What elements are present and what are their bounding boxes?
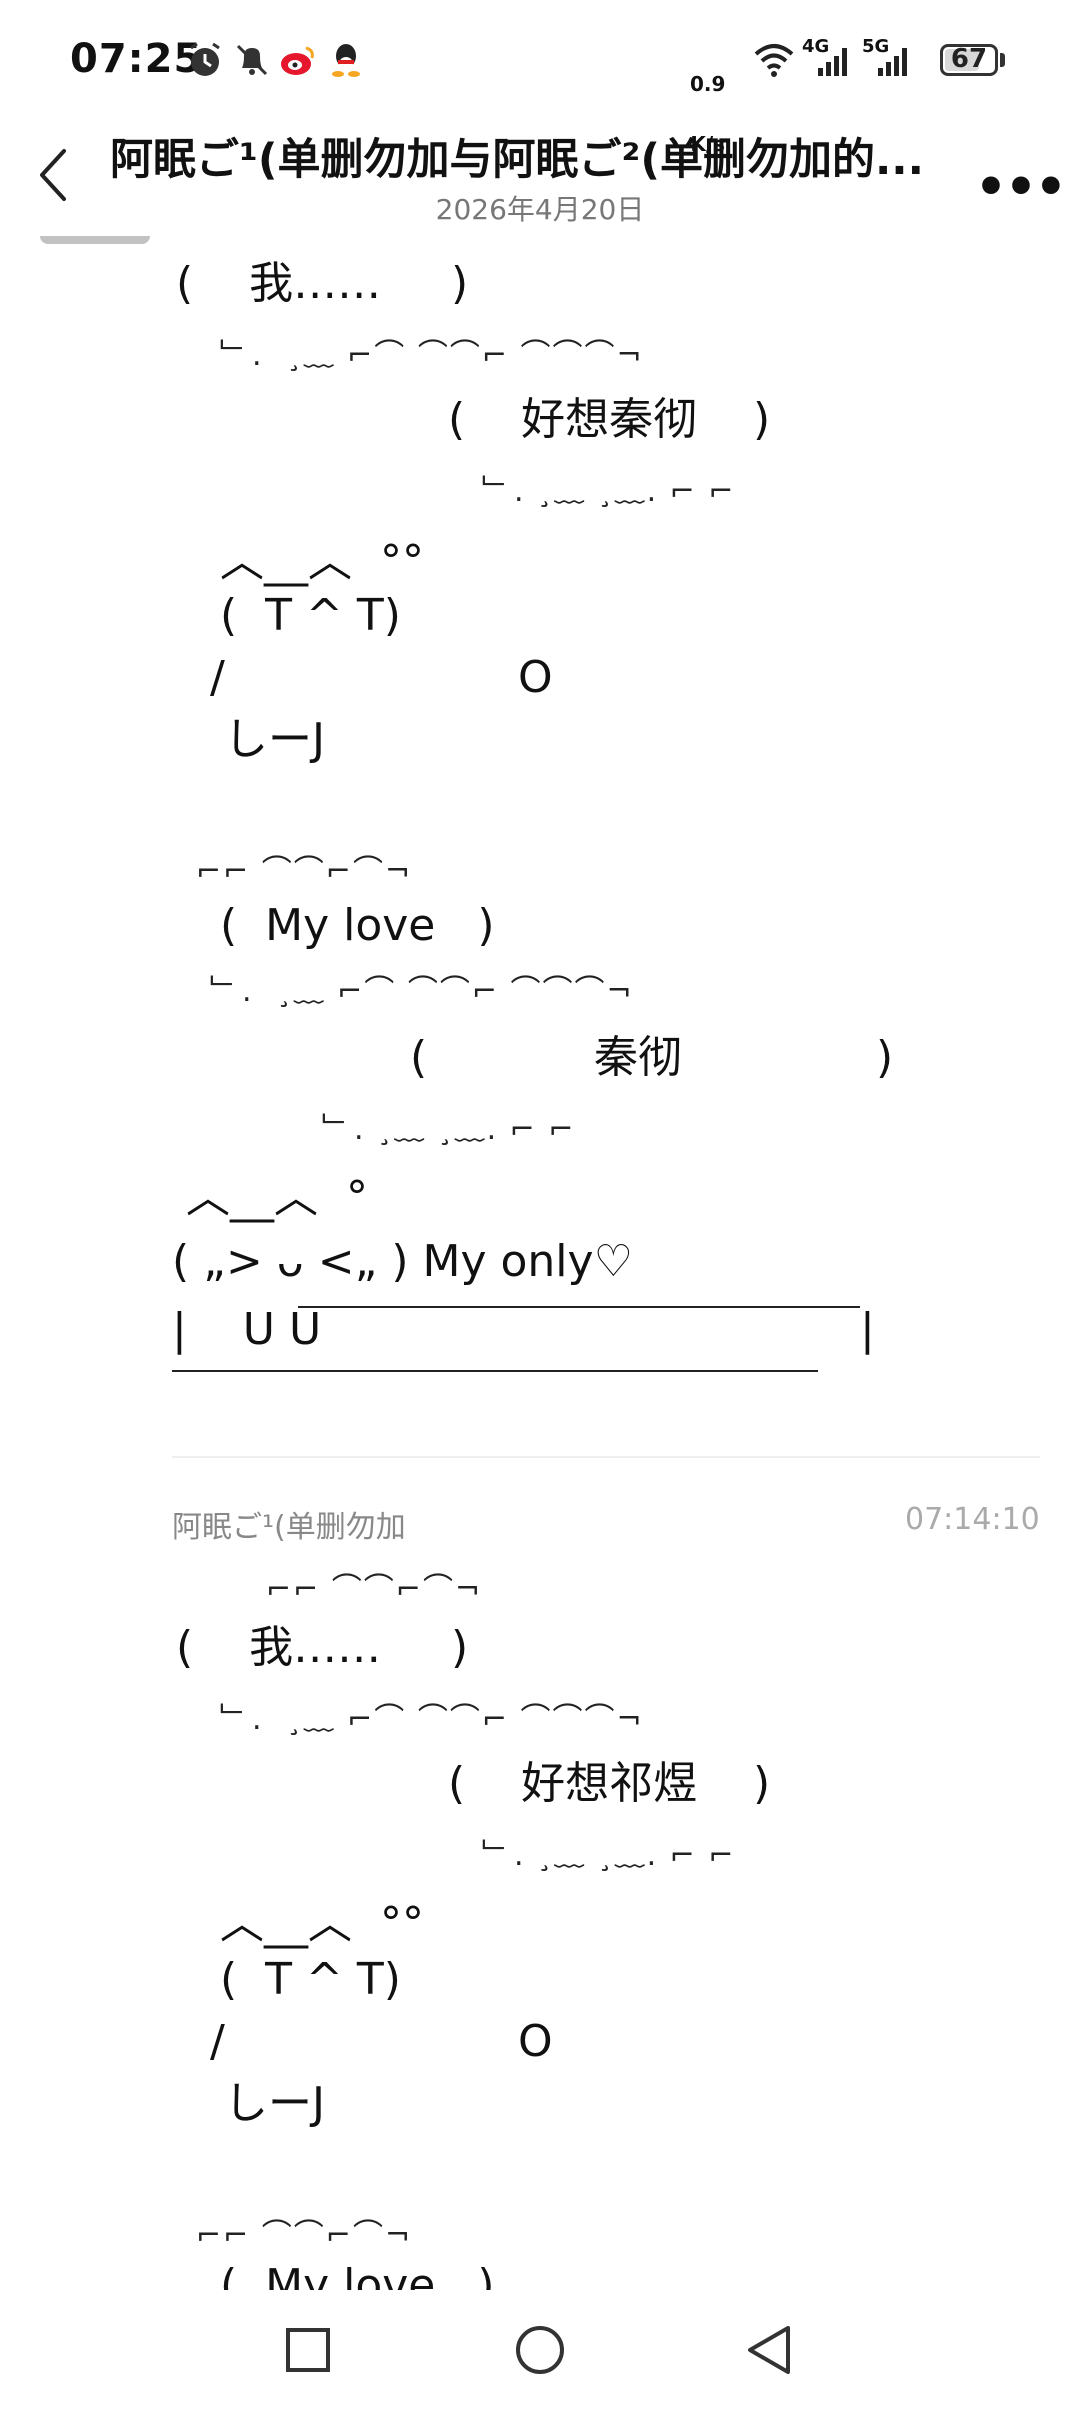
mute-bell-icon (236, 44, 268, 76)
message-time: 07:14:10 (905, 1502, 1040, 1537)
message-sender: 阿眠ご¹(单删勿加 (172, 1510, 406, 1545)
status-time: 07:25 (70, 36, 203, 82)
art-cloud: ⌐⌐ ⌒⌒⌐⌒¬ (196, 2218, 413, 2253)
art-thought-1: ( 好想祁煜 ) (448, 1758, 771, 1809)
art-cloud: ⌐⌐ ⌒⌒⌐⌒¬ (196, 854, 413, 889)
art-face-top: ︿__︿ °° (220, 1898, 424, 1949)
chat-date: 2026年4月20日 (435, 193, 645, 226)
art-face: ( T ^ T) (220, 1954, 401, 2005)
art-love: ( My love ) (220, 900, 495, 951)
art-cloud: ﹂. ¸﹏ ¸﹏. ⌐ ⌐ (482, 474, 736, 509)
signal-icon (878, 48, 907, 76)
art-speech-me: ( 我…… ) (176, 258, 469, 309)
art-face2: ( „> ᴗ <„ ) My only♡ (172, 1236, 634, 1287)
battery-level: 67 (950, 44, 988, 74)
signal-icon (818, 48, 847, 76)
art-cloud: ﹂. ¸﹏ ⌐⌒ ⌒⌒⌐ ⌒⌒⌒¬ (220, 1702, 644, 1737)
chat-title: 阿眠ご¹(单删勿加与阿眠ご²(单删勿加的... (110, 135, 924, 185)
battery-icon: 67 (940, 44, 998, 76)
art-speech-me: ( 我…… ) (176, 1622, 469, 1673)
art-arm-left: / (210, 652, 225, 703)
art-sign-top-line (298, 1306, 860, 1308)
art-thought-2-text: 秦彻 (594, 1032, 682, 1083)
art-sign-right: | (860, 1304, 875, 1355)
art-feet: しーJ (224, 2078, 325, 2129)
art-sign-bottom-line (172, 1370, 818, 1372)
art-cloud: ⌐⌐ ⌒⌒⌐⌒¬ (266, 1572, 483, 1607)
art-cloud: ﹂. ¸﹏ ¸﹏. ⌐ ⌐ (322, 1112, 576, 1147)
art-arm-left: / (210, 2016, 225, 2067)
art-thought-1: ( 好想秦彻 ) (448, 394, 771, 445)
art-face-top: ︿__︿ °° (220, 536, 424, 587)
weibo-icon (281, 46, 314, 75)
qq-icon (332, 44, 360, 77)
square-recent-icon[interactable] (284, 2326, 332, 2374)
navigation-bar (0, 2290, 1080, 2412)
message-divider (172, 1456, 1040, 1458)
net-speed-value: 0.9 (690, 72, 726, 96)
art-face: ( T ^ T) (220, 590, 401, 641)
art-arm-right: O (518, 2016, 553, 2067)
wifi-icon (754, 44, 794, 77)
status-bar: 07:25 0.9 K/s 4G 5G 67 (0, 0, 1080, 154)
triangle-back-icon[interactable] (744, 2324, 796, 2376)
art-thought-2-close: ) (876, 1032, 894, 1083)
circle-home-icon[interactable] (514, 2324, 566, 2376)
art-sign-left: | U U (172, 1304, 322, 1355)
art-arm-right: O (518, 652, 553, 703)
art-feet: しーJ (224, 714, 325, 765)
art-cloud: ﹂. ¸﹏ ¸﹏. ⌐ ⌐ (482, 1838, 736, 1873)
art-cloud: ﹂. ¸﹏ ⌐⌒ ⌒⌒⌐ ⌒⌒⌒¬ (210, 974, 634, 1009)
alarm-icon (190, 42, 220, 76)
art-cloud: ﹂. ¸﹏ ⌐⌒ ⌒⌒⌐ ⌒⌒⌒¬ (220, 338, 644, 373)
art-thought-2-open: ( (410, 1032, 428, 1083)
avatar (40, 236, 150, 244)
more-icon[interactable]: ••• (975, 158, 1067, 216)
art-face2-top: ︿__︿ ° (186, 1172, 368, 1223)
